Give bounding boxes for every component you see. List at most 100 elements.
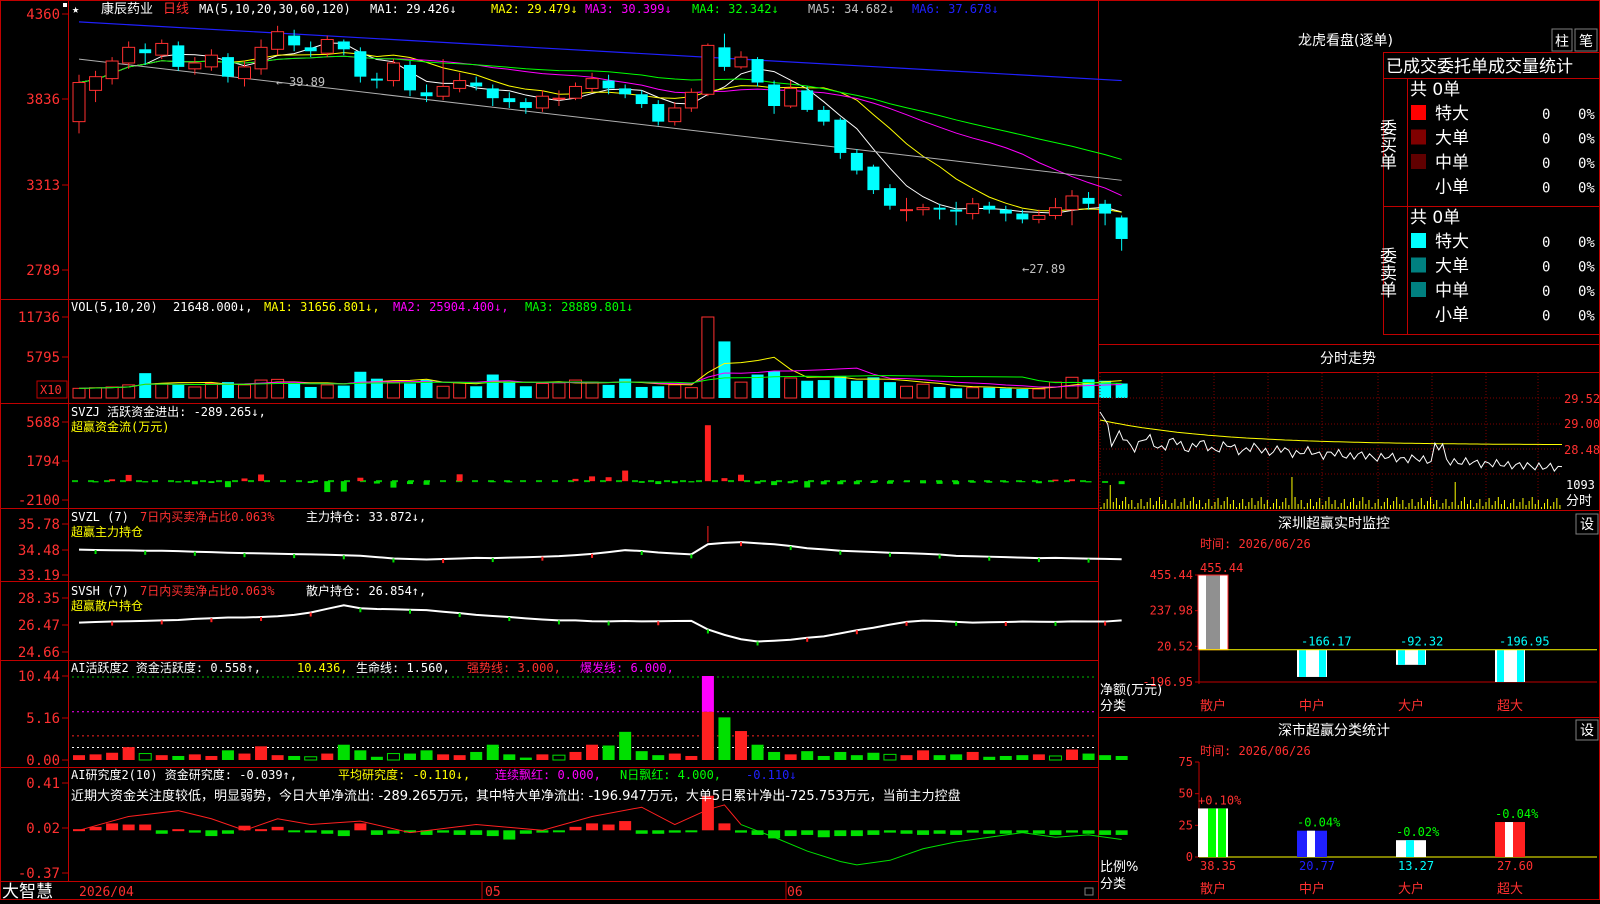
lhb-bar-button-label[interactable]: 柱 [1555, 34, 1569, 50]
svzj-bar-out [1035, 481, 1042, 484]
svzj-bar-out [986, 481, 993, 483]
ai2-axis-ticks: 10.44 5.16 0.00 [18, 669, 68, 769]
candle [221, 53, 234, 83]
star-icon[interactable]: ★ [72, 2, 79, 16]
air-bar [1032, 830, 1045, 834]
ai2-bar [834, 751, 847, 760]
volume-bar-down [999, 388, 1012, 398]
intraday-tick-3: 28.48 [1564, 443, 1600, 457]
volume-bar-down [801, 380, 814, 398]
air-bar [801, 830, 814, 835]
air-avg: 平均研究度: -0.110↓, [338, 767, 470, 782]
ai2-threshold-lines [72, 676, 1096, 748]
classify-bar [1297, 830, 1327, 857]
air-axis-ticks: 0.41 0.02 -0.37 [18, 776, 68, 882]
volume-bar-up [900, 385, 913, 399]
lhb-tick-button-label[interactable]: 笔 [1579, 34, 1593, 50]
ai2-bar [404, 753, 416, 760]
vol-header: VOL(5,10,20) [71, 300, 158, 314]
svsh-line [78, 604, 1122, 646]
vol-value: 21648.000↓, [173, 300, 252, 314]
stock-name[interactable]: 康辰药业 [101, 1, 153, 17]
volume-bar-down [404, 383, 416, 398]
ai2-bar [718, 717, 731, 760]
svzl-tick-label: 34.48 [18, 543, 60, 559]
candle [370, 72, 383, 89]
monitor-value-label: -166.17 [1301, 635, 1352, 649]
ai2-bar-hollow [386, 753, 400, 761]
candle [768, 80, 781, 114]
vol-ma2: MA2: 25904.400↓, [393, 300, 509, 314]
svzj-bar-out [142, 481, 149, 483]
air-bar [552, 830, 565, 833]
air-bar [172, 829, 185, 832]
monitor-chart: 455.44 237.98 20.52 -196.95 455.44 散户 -166.17 中… [1142, 561, 1597, 714]
air-bar [370, 830, 383, 835]
svzj-bar-out [307, 481, 314, 484]
ma2-label: MA2: 29.479↓ [491, 2, 578, 16]
candle [983, 201, 996, 214]
svzj-bar-in [1052, 479, 1059, 482]
lhb-sell-row-count: 0 [1542, 260, 1550, 276]
svzj-line1: SVZJ 活跃资金进出: -289.265↓, [71, 404, 266, 419]
candle-body-down [718, 47, 731, 67]
candle-body-up [734, 56, 748, 68]
candle [999, 205, 1012, 222]
intraday-panel: 分时走势 29.52 29.00 28.48 1093 分时 [1099, 351, 1600, 510]
ma5-label: MA5: 34.682↓ [808, 2, 895, 16]
air-bar [122, 824, 135, 831]
svzj-bar-out [853, 481, 860, 485]
svzj-bar-out [886, 481, 893, 484]
svzl-tick-label: 33.19 [18, 568, 60, 584]
volume-bar-up [105, 386, 119, 399]
date-label-may: 05 [485, 885, 501, 900]
air-bar [288, 830, 301, 833]
classify-settings-label[interactable]: 设 [1580, 723, 1594, 739]
svzj-bar-out [771, 481, 778, 486]
candle [1099, 199, 1112, 226]
ai2-bar [89, 754, 102, 760]
ai2-bar [768, 751, 781, 760]
candle [916, 203, 930, 216]
ai2-bar [221, 750, 234, 760]
candle [801, 86, 814, 112]
ai2-strong: 强势线: 3.000, [467, 661, 561, 675]
candle [204, 49, 218, 71]
candle [569, 82, 582, 101]
candle [668, 102, 682, 126]
ai2-bar [288, 755, 301, 760]
ai2-bar [619, 731, 632, 760]
svzj-bar-out [373, 481, 380, 484]
air-bar [817, 830, 830, 838]
classify-value-label: 38.35 [1200, 859, 1236, 873]
svzj-bar-out [671, 481, 678, 484]
lock-icon[interactable] [1084, 887, 1094, 896]
monitor-settings-label[interactable]: 设 [1580, 517, 1594, 533]
air-bar [635, 830, 648, 834]
lhb-buy-row-pct: 0% [1578, 107, 1595, 123]
candle-body-up [569, 85, 582, 99]
candle [900, 197, 913, 222]
svzj-bar-out [208, 481, 215, 484]
svsh-axis-ticks: 28.35 26.47 24.66 [18, 591, 68, 661]
intraday-vol-tick: 1093 [1566, 478, 1595, 492]
candle-body-down [288, 35, 301, 46]
ai2-bar [1066, 749, 1078, 760]
candle [684, 88, 698, 112]
volume-bar-down [983, 387, 996, 398]
volume-bar-up [188, 386, 202, 399]
candle-body-up [784, 87, 798, 107]
app-name[interactable]: 大智慧 [2, 882, 53, 902]
svzj-bar-out [638, 481, 645, 483]
period-label[interactable]: 日线 [163, 2, 189, 17]
svsh-tick-label: 28.35 [18, 591, 60, 607]
ma4-label: MA4: 32.342↓ [692, 2, 779, 16]
volume-bar-down [867, 377, 880, 398]
svzj-bar-out [390, 481, 397, 488]
candle-body-down [817, 109, 830, 122]
monitor-category-label: 散户 [1200, 698, 1226, 714]
monitor-bar-shade [1517, 649, 1524, 682]
ai2-life: 生命线: 1.560, [356, 660, 450, 675]
intraday-chart [1099, 373, 1563, 510]
candle-body-up [684, 91, 698, 109]
